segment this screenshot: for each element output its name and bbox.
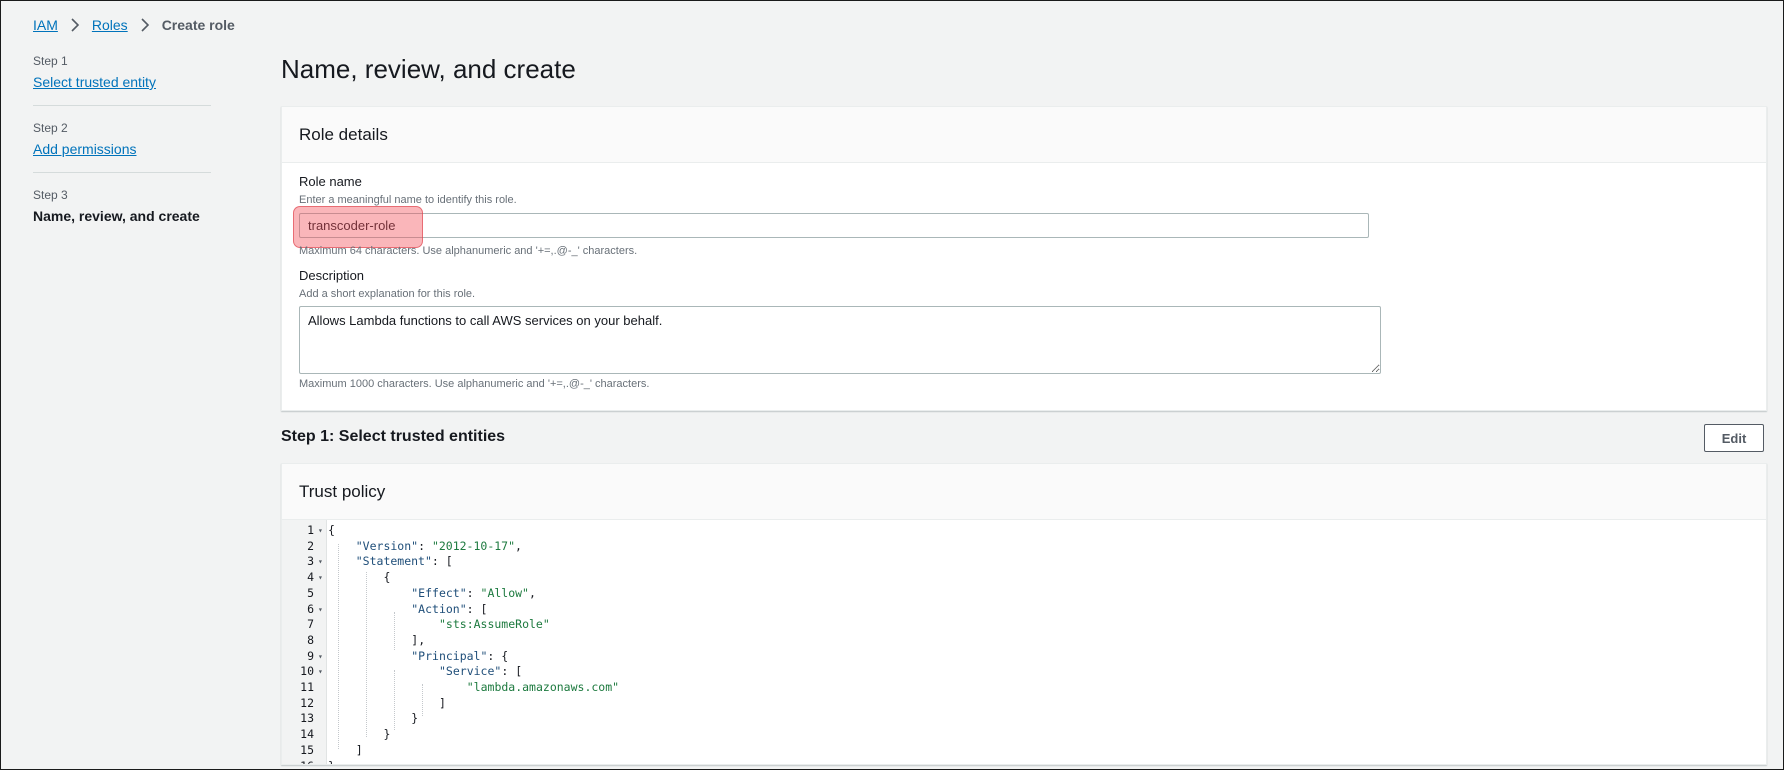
line-number: 13 [300, 711, 314, 726]
indent-guide [394, 612, 395, 650]
code-text: ], [411, 632, 426, 647]
step-link-add-permissions[interactable]: Add permissions [33, 141, 211, 157]
code-text: } [328, 759, 335, 765]
line-number: 11 [300, 680, 314, 694]
code-text: "Service": [ [439, 664, 523, 679]
line-number: 1 [307, 523, 314, 537]
trust-policy-heading: Trust policy [282, 464, 1766, 520]
code-text: ] [355, 742, 363, 757]
chevron-right-icon [66, 16, 84, 34]
code-text: "Action": [ [411, 601, 488, 616]
code-text: "Principal": { [411, 648, 509, 663]
fold-arrow-icon[interactable]: ▾ [318, 554, 323, 569]
trust-policy-panel: Trust policy 1 ▾ {2 "Version": "2012-10-17… [281, 463, 1767, 765]
code-text: "lambda.amazonaws.com" [466, 680, 620, 694]
code-text: ] [439, 695, 446, 710]
step-number: Step 2 [33, 121, 68, 135]
description-label: Description [299, 268, 365, 283]
step-current-label: Name, review, and create [33, 208, 200, 224]
indent-guide [394, 670, 395, 730]
line-number: 7 [307, 617, 314, 632]
step-link-select-trusted-entity[interactable]: Select trusted entity [33, 74, 211, 90]
line-number: 15 [300, 742, 314, 757]
description-constraint: Maximum 1000 characters. Use alphanumeri… [299, 378, 650, 390]
line-number: 12 [300, 695, 314, 710]
step1-section-title: Step 1: Select trusted entities [281, 428, 506, 445]
code-text: "Version": "2012-10-17", [355, 538, 522, 553]
description-textarea[interactable]: Allows Lambda functions to call AWS serv… [299, 306, 1381, 374]
code-text: { [328, 523, 335, 537]
breadcrumb: IAM Roles Create role [33, 16, 235, 34]
code-text: } [411, 711, 419, 726]
line-number: 6 [307, 601, 314, 616]
fold-arrow-icon[interactable]: ▾ [318, 649, 323, 664]
trust-policy-editor[interactable]: 1 ▾ {2 "Version": "2012-10-17", 3 ▾ "Stateme… [282, 520, 1766, 765]
fold-arrow-icon[interactable]: ▾ [318, 602, 323, 617]
indent-guide [422, 684, 423, 716]
wizard-step-1: Step 1 Select trusted entity [33, 54, 211, 106]
breadcrumb-iam-link[interactable]: IAM [33, 17, 58, 33]
step-number: Step 3 [33, 188, 68, 202]
role-name-hint: Enter a meaningful name to identify this… [299, 194, 517, 206]
role-name-input[interactable] [299, 213, 1369, 238]
line-number: 4 [307, 570, 314, 585]
line-number: 2 [307, 538, 314, 553]
line-number: 8 [307, 632, 314, 647]
line-number: 10 [300, 664, 314, 679]
fold-arrow-icon[interactable]: ▾ [318, 664, 323, 679]
line-number: 16 [282, 759, 314, 765]
line-number: 3 [307, 554, 314, 569]
wizard-step-2: Step 2 Add permissions [33, 121, 211, 173]
indent-guide [338, 544, 339, 749]
role-name-constraint: Maximum 64 characters. Use alphanumeric … [299, 245, 638, 257]
breadcrumb-current: Create role [161, 17, 235, 33]
code-text: "Statement": [ [355, 554, 453, 569]
role-details-panel: Role details Role name Enter a meaningfu… [281, 106, 1767, 411]
wizard-step-3: Step 3 Name, review, and create [33, 188, 211, 239]
description-hint: Add a short explanation for this role. [299, 288, 476, 300]
edit-step1-button[interactable]: Edit [1704, 424, 1764, 452]
wizard-steps: Step 1 Select trusted entity Step 2 Add … [33, 54, 211, 254]
line-number: 9 [307, 648, 314, 663]
fold-arrow-icon[interactable]: ▾ [318, 570, 323, 585]
code-text: "Effect": "Allow", [411, 585, 536, 600]
role-details-heading: Role details [282, 107, 1766, 163]
indent-guide [366, 572, 367, 737]
line-number: 14 [300, 727, 314, 742]
line-number: 5 [307, 585, 314, 600]
code-text: "sts:AssumeRole" [439, 617, 550, 632]
page-title: Name, review, and create [281, 54, 576, 84]
role-name-label: Role name [299, 174, 362, 189]
chevron-right-icon [136, 16, 154, 34]
fold-arrow-icon[interactable]: ▾ [318, 523, 323, 538]
step-number: Step 1 [33, 54, 68, 68]
breadcrumb-roles-link[interactable]: Roles [92, 17, 128, 33]
